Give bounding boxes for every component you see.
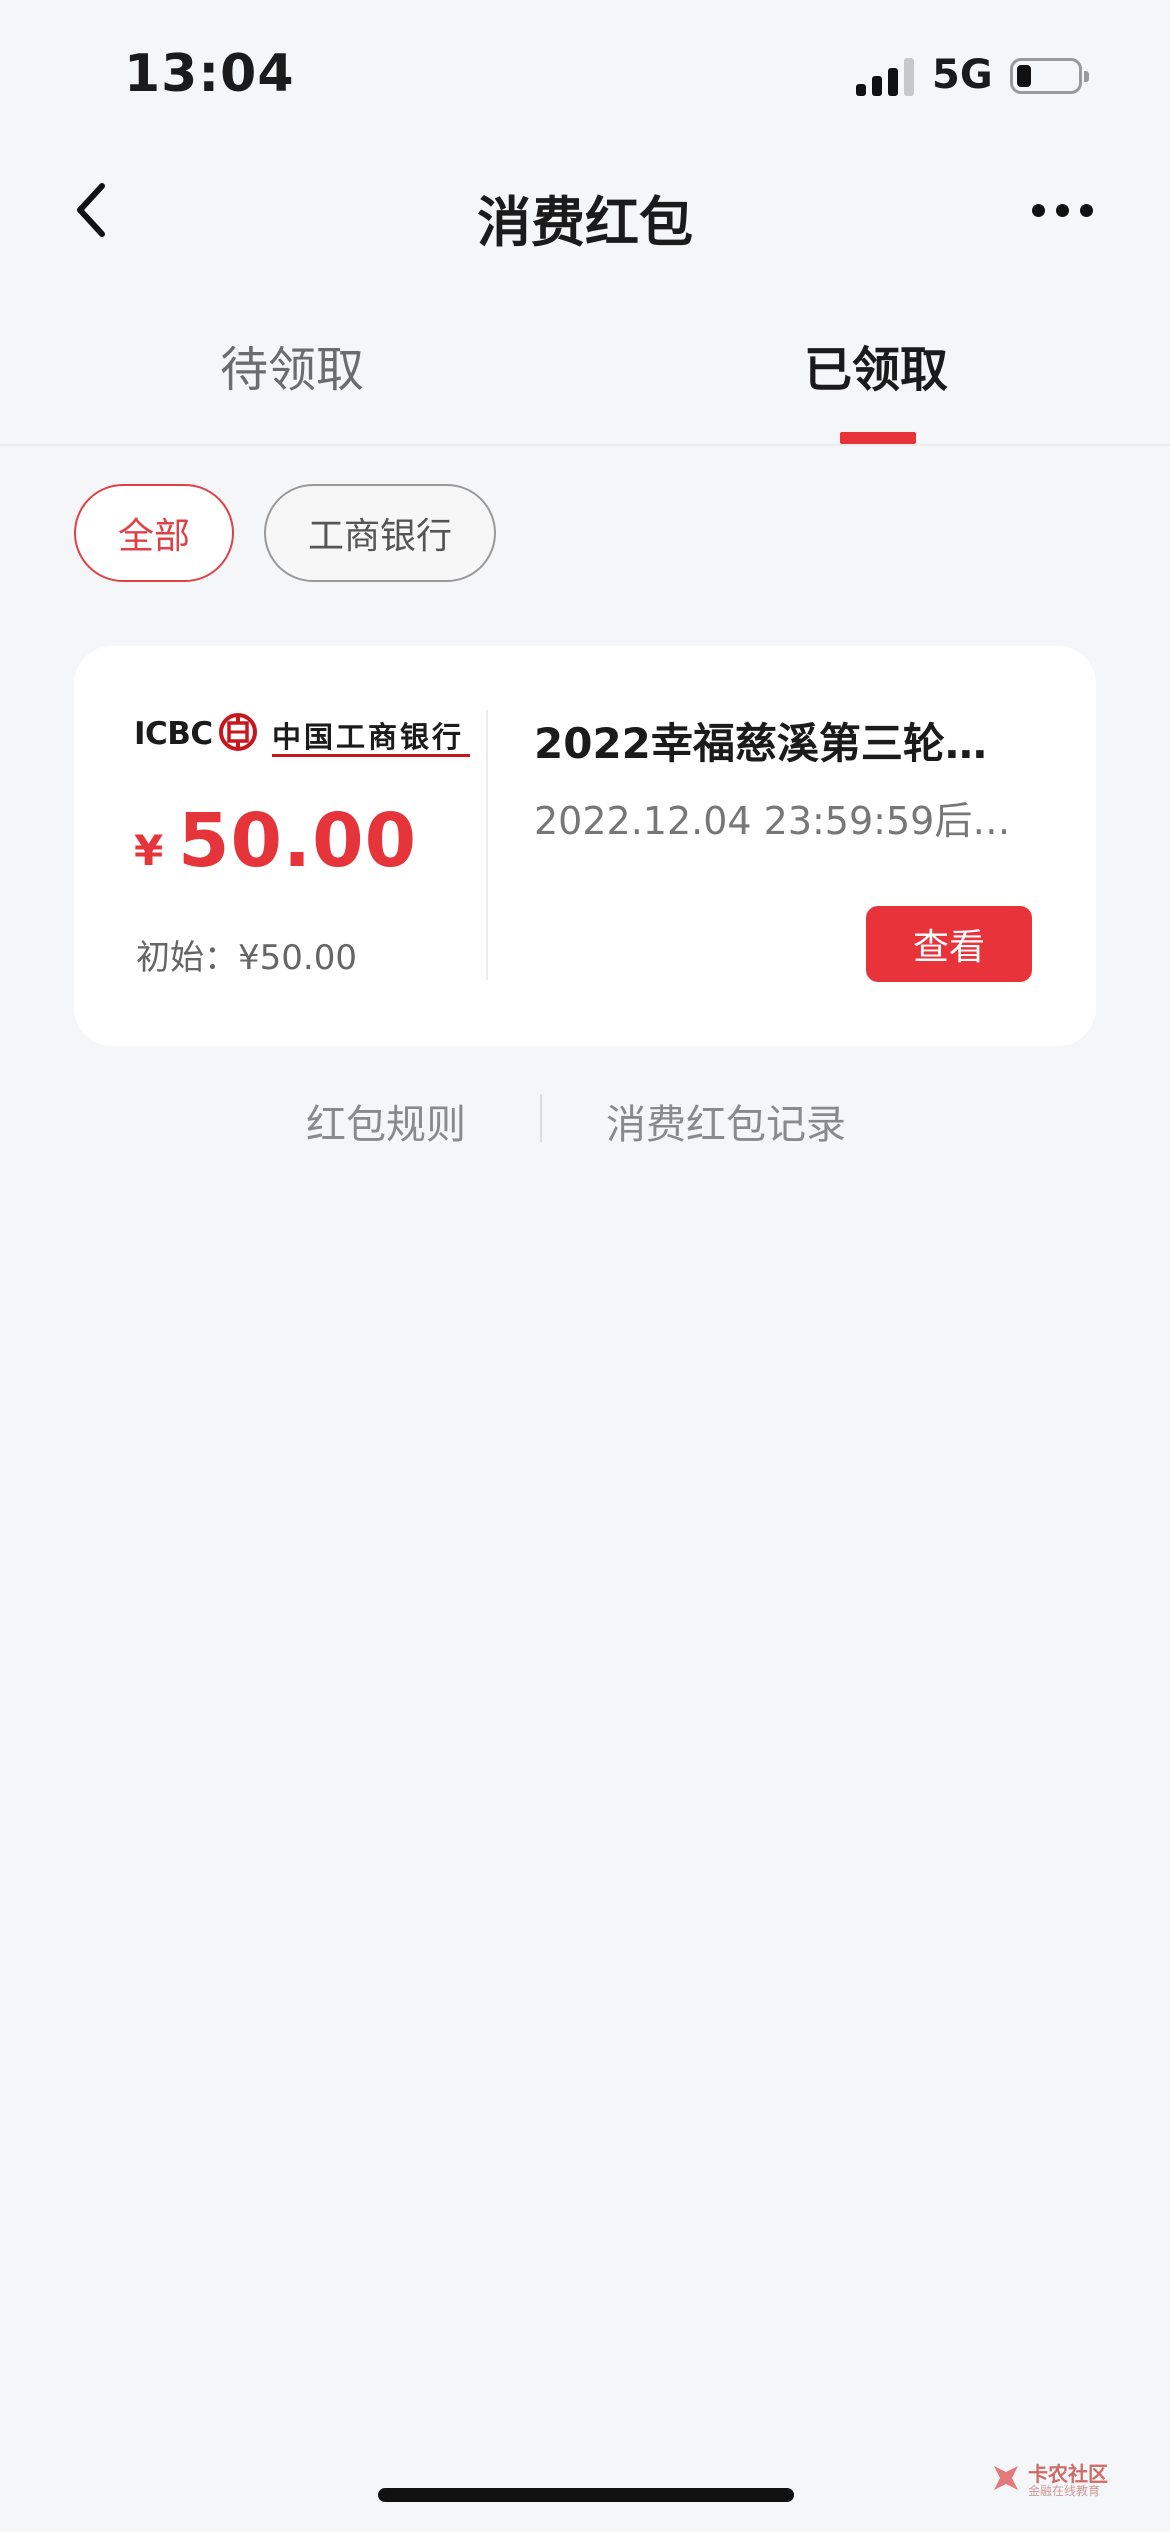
watermark-logo-icon: [994, 2466, 1018, 2490]
currency-symbol: ¥: [134, 826, 164, 875]
page-title: 消费红包: [477, 191, 693, 254]
cellular-signal-icon: [856, 58, 916, 96]
expire-time: 2022.12.04 23:59:59后过…: [534, 799, 1030, 843]
tab-divider: [0, 444, 1170, 446]
rules-link[interactable]: 红包规则: [306, 1092, 466, 1150]
icbc-emblem-icon: [219, 713, 257, 751]
network-type: 5G: [932, 52, 993, 98]
card-divider: [486, 710, 488, 980]
packet-amount: 50.00: [178, 798, 418, 884]
home-indicator[interactable]: [378, 2488, 794, 2502]
watermark-subtitle: 金融在线教育: [1028, 2484, 1101, 2498]
logo-text-cn: 中国工商银行: [272, 720, 465, 754]
links-divider: [540, 1094, 542, 1142]
logo-text-en: ICBC: [134, 716, 213, 752]
tab-received[interactable]: 已领取: [696, 330, 1056, 400]
tab-pending[interactable]: 待领取: [112, 330, 472, 400]
view-button[interactable]: 查看: [866, 906, 1032, 982]
more-options-button[interactable]: [1032, 198, 1096, 222]
promo-title: 2022幸福慈溪第三轮数…: [534, 719, 1024, 768]
watermark: 卡农社区 金融在线教育: [990, 2458, 1110, 2506]
battery-icon: [1010, 58, 1089, 94]
active-tab-indicator: [840, 432, 916, 444]
initial-amount: 初始：¥50.00: [136, 938, 357, 978]
status-time: 13:04: [124, 44, 295, 104]
records-link[interactable]: 消费红包记录: [606, 1092, 846, 1150]
filter-chip-all[interactable]: 全部: [74, 484, 234, 582]
logo-underline: [272, 754, 470, 757]
filter-chip-icbc[interactable]: 工商银行: [264, 484, 496, 582]
icbc-logo: ICBC 中国工商银行: [134, 712, 470, 757]
